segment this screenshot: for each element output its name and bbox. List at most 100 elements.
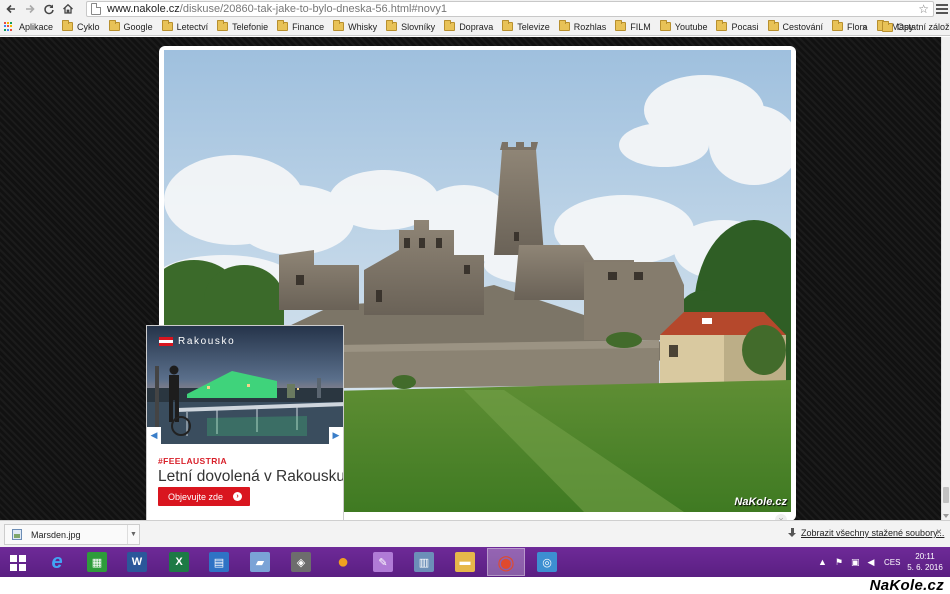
page-viewport: NaKole.cz × [0,37,950,520]
bookmark-label: Finance [292,21,325,32]
taskbar-app-notes[interactable]: ▰ [241,548,279,576]
folder-icon [217,20,229,31]
download-item[interactable]: Marsden.jpg ▼ [4,524,140,545]
address-bar[interactable]: www.nakole.cz/diskuse/20860-tak-jake-to-… [86,1,934,17]
folder-icon [659,20,671,31]
bookmark-folder-televize[interactable]: Televize [498,18,555,36]
ad-brand: Rakousko [159,336,235,347]
bookmark-folder-letectvi[interactable]: Letectví [158,18,214,36]
windows-taskbar: e ▦ W X ▤ ▰ ◈ ● ✎ ▥ ▬ ◉ ◎ ▲ ⚑ ▣ ◀ CES 20… [0,547,950,577]
bookmark-folder-youtube[interactable]: Youtube [656,18,713,36]
bookmark-folder-film[interactable]: FILM [611,18,656,36]
show-all-downloads-link[interactable]: Zobrazit všechny stažené soubory... [788,528,944,538]
bookmark-folder-slovniky[interactable]: Slovníky [382,18,440,36]
scrollbar-thumb[interactable] [943,487,949,503]
bookmark-star-icon[interactable]: ☆ [918,2,929,16]
scanner-icon: ▤ [209,552,229,572]
bookmark-label: Whisky [348,21,378,32]
paint-icon: ✎ [373,552,393,572]
nakole-logo: NaKole.cz [869,577,944,594]
store-icon: ▦ [87,552,107,572]
input-language[interactable]: CES [884,558,900,567]
bookmark-folder-doprava[interactable]: Doprava [440,18,498,36]
taskbar-app-ball[interactable]: ● [324,548,362,576]
bookmark-label: Televize [517,21,550,32]
folder-icon [716,20,728,31]
bookmark-folder-whisky[interactable]: Whisky [329,18,382,36]
url-host: www.nakole.cz [107,3,180,15]
taskbar-app-calculator[interactable]: ▥ [405,548,443,576]
folder-icon [502,20,514,31]
folder-icon [615,20,627,31]
bookmark-apps[interactable]: Aplikace [0,18,58,36]
orange-ball-icon: ● [336,550,350,573]
chrome-icon: ◉ [497,551,515,574]
taskbar-app-chrome[interactable]: ◉ [487,548,525,576]
system-tray: ▲ ⚑ ▣ ◀ [814,547,878,577]
austria-flag-icon [159,337,173,346]
windows-start-icon[interactable] [10,555,26,571]
bookmark-folder-pocasi[interactable]: Pocasi [712,18,763,36]
ad-image: Rakousko ◀ ▶ [147,326,343,444]
action-center-flag-icon[interactable]: ⚑ [835,557,843,568]
ad-banner[interactable]: Rakousko ◀ ▶ #FEELAUSTRIA Letní dovolená… [146,325,344,521]
ad-prev-arrow-icon[interactable]: ◀ [147,427,161,444]
folder-icon [333,20,345,31]
bookmark-label: Cyklo [77,21,100,32]
taskbar-app-paint[interactable]: ✎ [364,548,402,576]
taskbar-app-word[interactable]: W [118,548,156,576]
taskbar-app-media[interactable]: ◈ [282,548,320,576]
folder-icon [161,20,173,31]
taskbar-app-explorer[interactable]: ▬ [446,548,484,576]
ad-cta-button[interactable]: Objevujte zde › [158,487,250,506]
bookmark-folder-finance[interactable]: Finance [273,18,329,36]
notes-icon: ▰ [250,552,270,572]
reload-button[interactable] [41,1,57,17]
network-icon[interactable]: ▣ [851,557,860,568]
reload-icon [44,4,54,15]
bookmark-label: Google [123,21,153,32]
media-icon: ◈ [291,552,311,572]
taskbar-app-excel[interactable]: X [160,548,198,576]
clock-date: 5. 6. 2016 [907,563,943,572]
taskbar-app-scanner[interactable]: ▤ [200,548,238,576]
bookmark-label: Rozhlas [573,21,607,32]
bookmark-label: Youtube [674,21,708,32]
excel-icon: X [169,552,189,572]
taskbar-app-store[interactable]: ▦ [78,548,116,576]
home-icon [63,3,73,14]
taskbar-app-ie[interactable]: e [38,548,76,576]
ad-brand-text: Rakousko [178,336,236,347]
taskbar-app-remote[interactable]: ◎ [528,548,566,576]
chevron-right-icon: › [233,492,242,501]
download-options-chevron-icon[interactable]: ▼ [127,525,139,544]
internet-explorer-icon: e [51,550,63,573]
bookmark-label: Ostatní záložky [897,22,950,32]
close-shelf-icon[interactable]: × [936,527,942,538]
image-file-icon [12,529,22,540]
home-button[interactable] [60,1,76,17]
volume-icon[interactable]: ◀ [868,557,875,568]
bookmark-folder-cyklo[interactable]: Cyklo [58,18,105,36]
scroll-down-arrow-icon[interactable] [943,514,949,518]
bookmarks-overflow-button[interactable]: » [862,18,868,36]
chrome-menu-icon[interactable] [936,2,948,16]
clock[interactable]: 20:11 5. 6. 2016 [905,551,945,573]
other-bookmarks-folder[interactable]: Ostatní záložky [878,18,950,36]
folder-icon [882,20,893,32]
bookmark-folder-rozhlas[interactable]: Rozhlas [555,18,612,36]
calculator-icon: ▥ [414,552,434,572]
folder-icon [558,20,570,31]
bookmark-folder-google[interactable]: Google [105,18,158,36]
bookmark-folder-telefonie[interactable]: Telefonie [213,18,273,36]
page-scrollbar[interactable] [941,37,950,520]
bookmarks-bar: Aplikace Cyklo Google Letectví Telefonie… [0,18,950,36]
forward-button[interactable] [22,1,38,17]
back-button[interactable] [3,1,19,17]
bookmark-folder-cestovani[interactable]: Cestování [764,18,829,36]
ad-next-arrow-icon[interactable]: ▶ [329,427,343,444]
bookmark-label: Letectví [176,21,209,32]
file-explorer-icon: ▬ [455,552,475,572]
show-all-downloads-label: Zobrazit všechny stažené soubory... [801,528,945,538]
show-hidden-icons-icon[interactable]: ▲ [818,557,827,567]
